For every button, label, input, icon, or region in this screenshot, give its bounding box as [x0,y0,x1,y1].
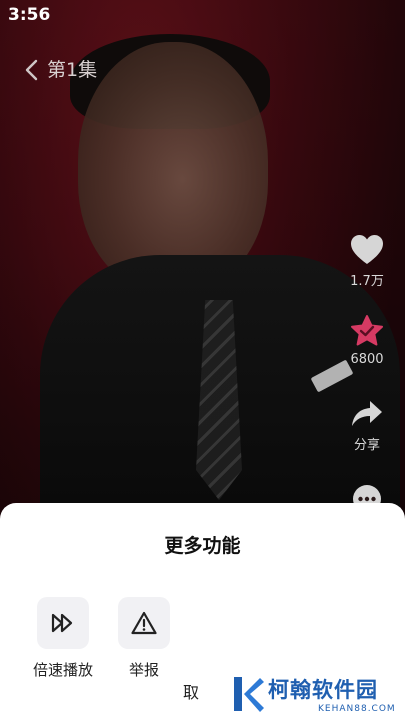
chevron-left-icon[interactable] [20,58,44,82]
share-label: 分享 [353,438,380,453]
heart-icon [351,235,383,264]
like-count: 1.7万 [350,274,384,289]
watermark-url: KEHAN88.COM [318,704,396,714]
report-warning-icon [131,611,157,635]
like-button[interactable]: 1.7万 [341,234,393,289]
cancel-button[interactable]: 取 [183,679,199,703]
watermark-name: 柯翰软件园 [268,678,378,702]
share-arrow-icon [352,401,382,426]
playback-speed-tile[interactable] [37,597,89,649]
sheet-title: 更多功能 [164,535,241,557]
playback-speed-icon [51,613,73,633]
star-icon [351,315,383,346]
playback-speed-button[interactable]: 倍速播放 [23,597,103,680]
share-button[interactable]: 分享 [341,398,393,453]
status-bar-time: 3:56 [8,5,51,25]
report-label: 举报 [128,661,159,679]
watermark-logo-icon [234,677,264,712]
playback-speed-label: 倍速播放 [32,661,93,679]
watermark: 柯翰软件园 KEHAN88.COM [222,668,402,720]
app-screen: 3:56 第1集 1.7万 6800 分享 更多功能 倍速播放 举报 取 柯翰软… [0,0,405,720]
report-tile[interactable] [118,597,170,649]
collect-button[interactable]: 6800 [341,314,393,367]
collect-count: 6800 [350,352,384,367]
episode-title: 第1集 [47,59,98,81]
report-button[interactable]: 举报 [104,597,184,680]
